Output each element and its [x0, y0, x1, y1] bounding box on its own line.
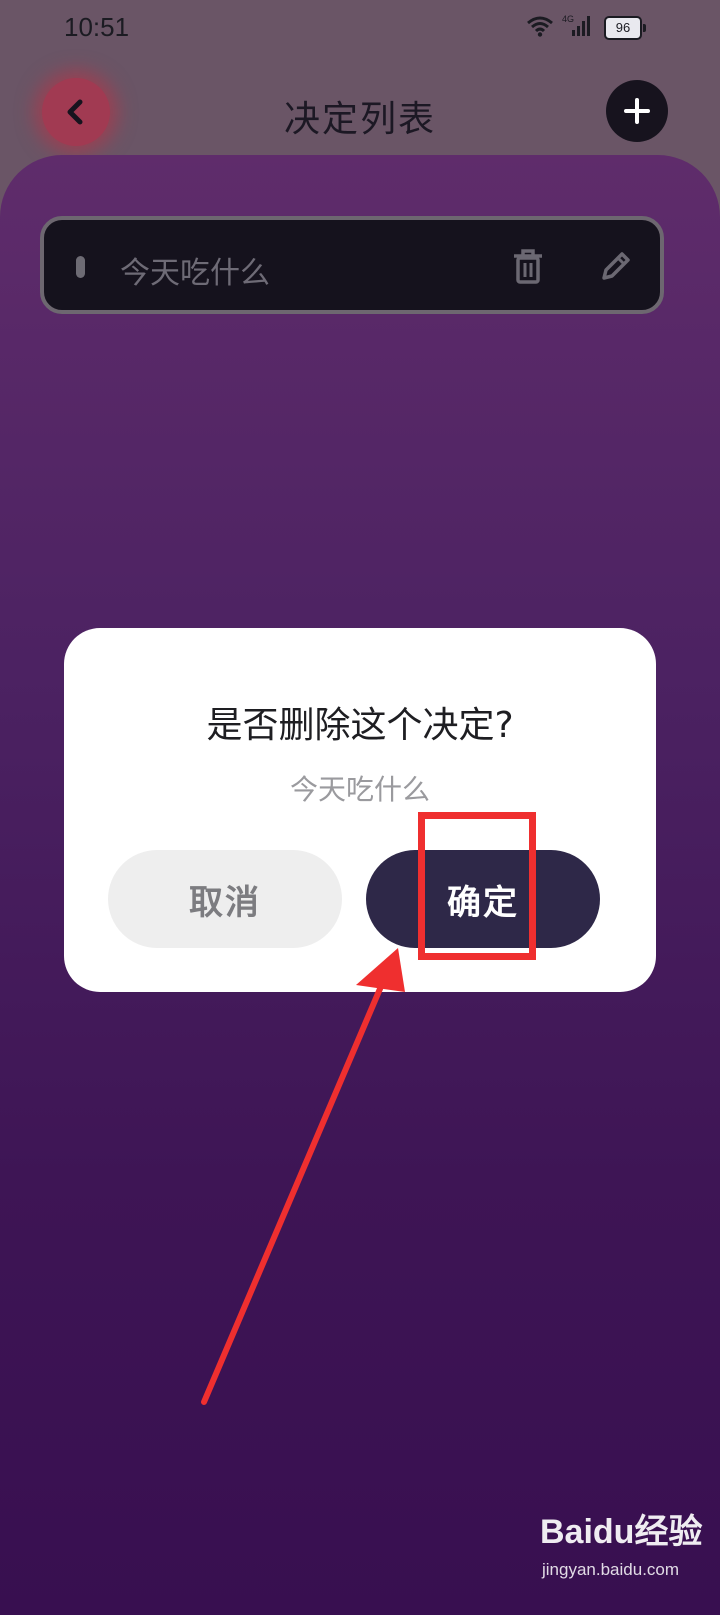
annotation-arrow	[201, 948, 405, 1405]
watermark: Baidu经验 jingyan.baidu.com	[540, 1500, 710, 1590]
watermark-url: jingyan.baidu.com	[542, 1560, 680, 1579]
baidu-logo: Baidu经验	[540, 1513, 703, 1551]
